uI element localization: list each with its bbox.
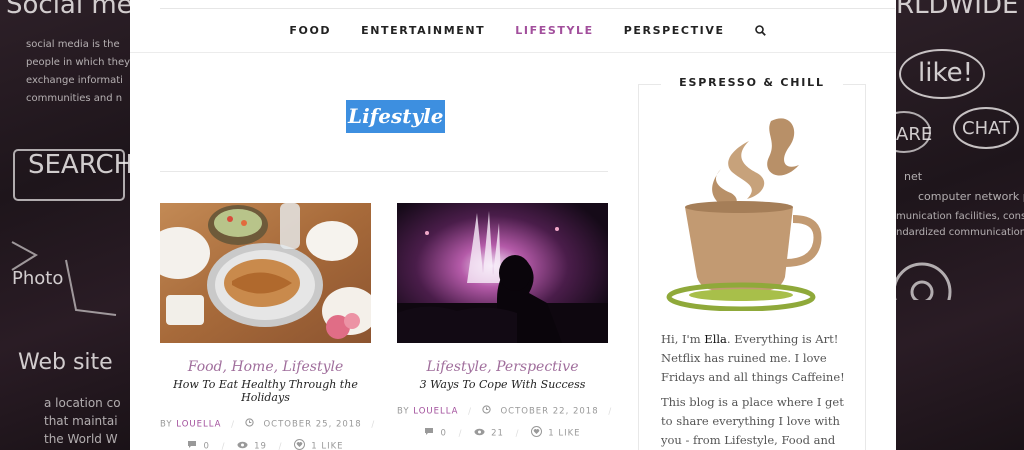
chalk-text: social media is the [26,39,120,50]
category-title: Lifestyle [346,100,446,133]
post-categories[interactable]: Lifestyle, Perspective [397,359,608,375]
nav-item-food[interactable]: FOOD [274,24,346,37]
author-name: Ella [704,332,727,346]
meta-separator: / [515,428,520,439]
search-icon [754,25,766,36]
heart-icon[interactable] [531,426,543,440]
chalk-text: Social media [6,0,130,20]
heart-icon[interactable] [294,439,306,450]
meta-separator: / [221,441,226,450]
comment-icon [187,440,197,450]
comment-icon [424,427,434,439]
chalk-text: ndardized communication [896,227,1024,238]
like-count: 1 LIKE [548,428,581,439]
chalk-text: ARE [896,124,933,145]
food-table-image [160,203,371,343]
chalk-text: communities and n [26,93,123,104]
meta-separator: / [371,419,376,430]
chalk-text: the World W [44,432,118,446]
post-author[interactable]: LOUELLA [413,407,458,417]
about-text: Hi, I'm Ella. Everything is Art! Netflix… [661,330,851,450]
post-stats: 0 / 21 / 1 LIKE [397,426,608,440]
coffee-cup-logo [666,118,822,311]
post-title[interactable]: How To Eat Healthy Through the Holidays [160,378,371,404]
fireworks-concert-image [397,203,608,343]
chalk-text: net [904,170,923,183]
clock-icon [482,405,491,417]
post-date: OCTOBER 22, 2018 [500,406,599,417]
meta-separator: / [458,428,463,439]
chalk-text: people in which they [26,57,130,68]
post-thumbnail[interactable] [160,203,371,343]
comment-count[interactable]: 0 [203,442,209,450]
widget-title: ESPRESSO & CHILL [661,76,843,89]
search-button[interactable] [740,25,781,36]
by-label: BY [397,406,410,417]
post-date: OCTOBER 25, 2018 [263,419,362,430]
post-meta: BY LOUELLA / OCTOBER 25, 2018 / [160,418,374,430]
post-meta: BY LOUELLA / OCTOBER 22, 2018 / [397,405,611,417]
chalk-text: exchange informati [26,75,123,86]
chalk-text: munication facilities, consi [896,211,1024,222]
meta-separator: / [468,406,473,417]
sidebar-widget: ESPRESSO & CHILL Hi, I'm Ella. Everythin… [638,76,866,450]
meta-separator: / [608,406,613,417]
page-content: FOOD ENTERTAINMENT LIFESTYLE PERSPECTIVE… [130,0,896,450]
post-thumbnail[interactable] [397,203,608,343]
chalk-text: like! [918,58,973,88]
eye-icon [474,428,485,439]
about-intro: Hi, I'm [661,332,701,346]
meta-separator: / [278,441,283,450]
comment-count[interactable]: 0 [440,429,446,439]
chalk-text: CHAT [962,118,1011,139]
clock-icon [245,418,254,430]
main-content: Lifestyle Food, Home, Lifestyle How To E… [160,53,611,450]
view-count: 19 [254,441,267,450]
chalk-doodle [11,149,125,316]
post-card: Food, Home, Lifestyle How To Eat Healthy… [160,203,374,450]
chalk-text: computer network pro [918,190,1024,203]
eye-icon [237,441,248,450]
chalkboard-background-right: RLDWIDE like! ARE CHAT net computer netw… [896,0,1024,450]
main-navigation: FOOD ENTERTAINMENT LIFESTYLE PERSPECTIVE [160,8,895,52]
nav-item-entertainment[interactable]: ENTERTAINMENT [346,24,500,37]
chalkboard-background-left: Social media social media is the people … [0,0,130,450]
nav-item-lifestyle[interactable]: LIFESTYLE [500,24,608,37]
about-paragraph-2: This blog is a place where I get to shar… [661,395,844,447]
post-categories[interactable]: Food, Home, Lifestyle [160,359,371,375]
meta-separator: / [231,419,236,430]
content-divider [160,171,608,172]
chalk-text: RLDWIDE [896,0,1019,20]
nav-item-perspective[interactable]: PERSPECTIVE [609,24,740,37]
about-paragraph: Hi, I'm Ella. Everything is Art! Netflix… [661,330,851,387]
chalk-text: that maintai [44,414,118,428]
post-title[interactable]: 3 Ways To Cope With Success [397,378,608,391]
view-count: 21 [491,428,504,439]
like-count: 1 LIKE [311,441,344,450]
post-stats: 0 / 19 / 1 LIKE [160,439,371,450]
post-card: Lifestyle, Perspective 3 Ways To Cope Wi… [397,203,611,440]
post-author[interactable]: LOUELLA [176,420,221,430]
by-label: BY [160,419,173,430]
